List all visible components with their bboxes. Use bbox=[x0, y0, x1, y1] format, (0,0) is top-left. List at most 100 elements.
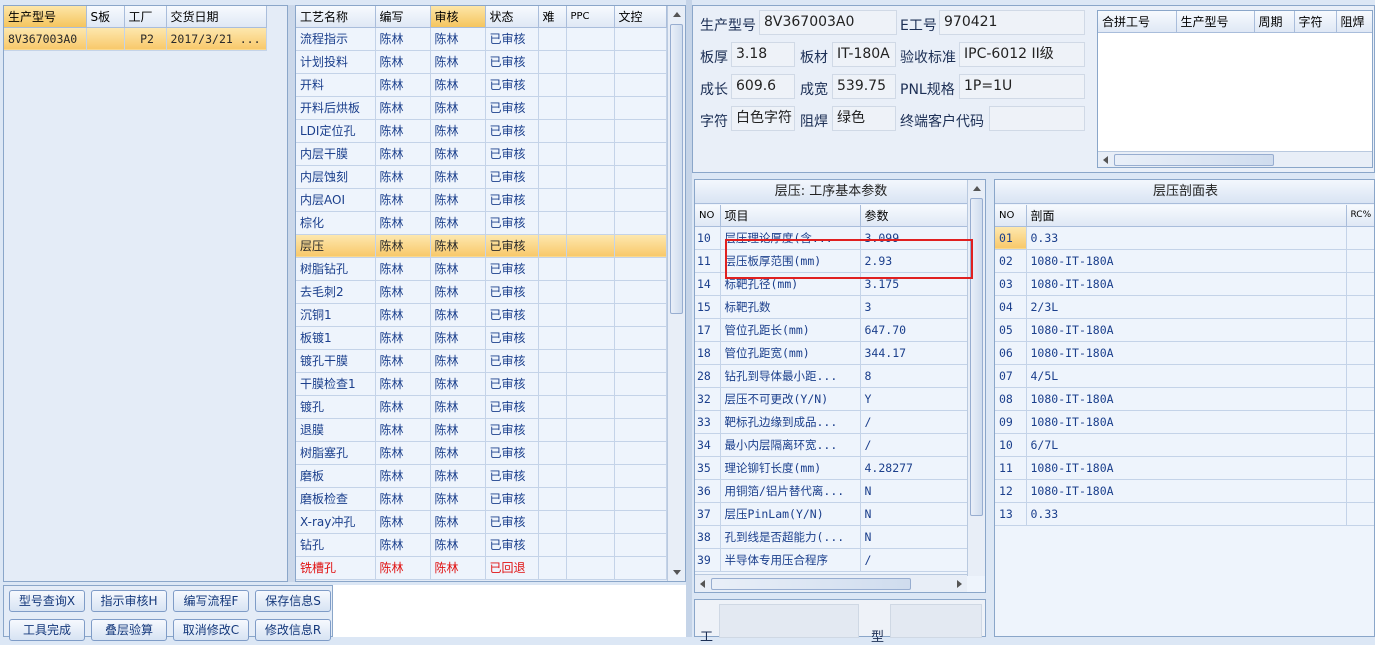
col-factory[interactable]: 工厂 bbox=[124, 6, 167, 28]
table-row[interactable]: X-ray冲孔 陈林 陈林 已审核 bbox=[296, 510, 667, 534]
field-model[interactable]: 8V367003A0 bbox=[759, 10, 897, 35]
table-row[interactable]: 内层蚀刻 陈林 陈林 已审核 bbox=[296, 165, 667, 189]
col-delivery-date[interactable]: 交货日期 bbox=[166, 6, 267, 28]
table-row[interactable]: 干膜检查1 陈林 陈林 已审核 bbox=[296, 372, 667, 396]
table-row[interactable]: 计划投料 陈林 陈林 已审核 bbox=[296, 50, 667, 74]
table-row[interactable]: 10 6/7L bbox=[995, 433, 1374, 457]
col-s-board[interactable]: S板 bbox=[86, 6, 125, 28]
table-row[interactable]: 磨板 陈林 陈林 已审核 bbox=[296, 464, 667, 488]
table-row[interactable]: 34 最小内层隔离环宽... / bbox=[695, 433, 968, 457]
scroll-left-arrow-icon[interactable] bbox=[1103, 156, 1108, 164]
table-row[interactable]: 36 用铜箔/铝片替代离... N bbox=[695, 479, 968, 503]
table-row[interactable]: 去毛刺2 陈林 陈林 已审核 bbox=[296, 280, 667, 304]
col-model-number[interactable]: 生产型号 bbox=[4, 6, 87, 28]
table-row[interactable]: 层压 陈林 陈林 已审核 bbox=[296, 234, 667, 258]
table-row[interactable]: 树脂钻孔 陈林 陈林 已审核 bbox=[296, 257, 667, 281]
scroll-right-arrow-icon[interactable] bbox=[957, 580, 962, 588]
table-row[interactable]: 07 4/5L bbox=[995, 364, 1374, 388]
scroll-left-arrow-icon[interactable] bbox=[700, 580, 705, 588]
approve-instruction-button[interactable]: 指示审核H bbox=[91, 590, 167, 612]
field-mask[interactable]: 绿色 bbox=[832, 106, 896, 131]
table-row[interactable]: 13 0.33 bbox=[995, 502, 1374, 526]
table-row[interactable]: LDI定位孔 陈林 陈林 已审核 bbox=[296, 119, 667, 143]
field-standard[interactable]: IPC-6012 II级 bbox=[959, 42, 1085, 67]
table-row[interactable]: 38 孔到线是否超能力(... N bbox=[695, 525, 968, 549]
table-row[interactable]: 39 半导体专用压合程序 / bbox=[695, 548, 968, 572]
col-no[interactable]: NO bbox=[695, 205, 721, 227]
table-row[interactable]: 12 1080-IT-180A bbox=[995, 479, 1374, 503]
table-row[interactable]: 11 层压板厚范围(mm) 2.93 bbox=[695, 249, 968, 273]
table-row[interactable]: 退膜 陈林 陈林 已审核 bbox=[296, 418, 667, 442]
params-hscrollbar[interactable] bbox=[695, 574, 967, 592]
table-row[interactable]: 08 1080-IT-180A bbox=[995, 387, 1374, 411]
table-row[interactable]: 8V367003A0 P2 2017/3/21 ... bbox=[4, 27, 267, 51]
model-query-button[interactable]: 型号查询X bbox=[9, 590, 85, 612]
table-row[interactable]: 17 管位孔距长(mm) 647.70 bbox=[695, 318, 968, 342]
table-row[interactable]: 树脂塞孔 陈林 陈林 已审核 bbox=[296, 441, 667, 465]
process-list-scrollbar[interactable] bbox=[667, 6, 685, 581]
save-info-button[interactable]: 保存信息S bbox=[255, 590, 331, 612]
table-row[interactable]: 沉铜1 陈林 陈林 已审核 bbox=[296, 303, 667, 327]
table-row[interactable]: 内层干膜 陈林 陈林 已审核 bbox=[296, 142, 667, 166]
params-vscrollbar[interactable] bbox=[967, 180, 985, 576]
table-row[interactable]: 06 1080-IT-180A bbox=[995, 341, 1374, 365]
table-row[interactable]: 35 理论铆钉长度(mm) 4.28277 bbox=[695, 456, 968, 480]
table-row[interactable]: 流程指示 陈林 陈林 已审核 bbox=[296, 27, 667, 51]
table-row[interactable]: 铣槽孔 陈林 陈林 已回退 bbox=[296, 556, 667, 580]
table-row[interactable]: 镀孔 陈林 陈林 已审核 bbox=[296, 395, 667, 419]
table-row[interactable]: 10 层压理论厚度(含... 3.099 bbox=[695, 226, 968, 250]
table-row[interactable]: 磨板检查 陈林 陈林 已审核 bbox=[296, 487, 667, 511]
col-value[interactable]: 参数 bbox=[860, 205, 968, 227]
table-row[interactable]: 04 2/3L bbox=[995, 295, 1374, 319]
modify-info-button[interactable]: 修改信息R bbox=[255, 619, 331, 641]
table-row[interactable]: 15 标靶孔数 3 bbox=[695, 295, 968, 319]
params-scroll-thumb[interactable] bbox=[970, 198, 983, 516]
table-row[interactable]: 开料后烘板 陈林 陈林 已审核 bbox=[296, 96, 667, 120]
scroll-up-arrow-icon[interactable] bbox=[973, 186, 981, 191]
splitter-handle[interactable] bbox=[288, 5, 295, 582]
scrollbar-thumb[interactable] bbox=[670, 24, 683, 314]
field-char[interactable]: 白色字符 bbox=[731, 106, 795, 131]
field-customer[interactable] bbox=[989, 106, 1085, 131]
field-pnl[interactable]: 1P=1U bbox=[959, 74, 1085, 99]
col-rc[interactable]: RC% bbox=[1346, 205, 1374, 227]
table-row[interactable]: 32 层压不可更改(Y/N) Y bbox=[695, 387, 968, 411]
col-merge-no[interactable]: 合拼工号 bbox=[1098, 11, 1177, 33]
params-hscroll-thumb[interactable] bbox=[711, 578, 911, 590]
stack-check-button[interactable]: 叠层验算 bbox=[91, 619, 167, 641]
scroll-up-arrow-icon[interactable] bbox=[673, 12, 681, 17]
table-row[interactable]: 11 1080-IT-180A bbox=[995, 456, 1374, 480]
col-status[interactable]: 状态 bbox=[485, 6, 539, 28]
table-row[interactable]: 钻孔 陈林 陈林 已审核 bbox=[296, 533, 667, 557]
col-item[interactable]: 项目 bbox=[720, 205, 861, 227]
col-no[interactable]: NO bbox=[995, 205, 1027, 227]
table-row[interactable]: 09 1080-IT-180A bbox=[995, 410, 1374, 434]
field-material[interactable]: IT-180A bbox=[832, 42, 896, 67]
scroll-down-arrow-icon[interactable] bbox=[673, 570, 681, 575]
col-section[interactable]: 剖面 bbox=[1026, 205, 1347, 227]
table-row[interactable]: 03 1080-IT-180A bbox=[995, 272, 1374, 296]
col-process-name[interactable]: 工艺名称 bbox=[296, 6, 376, 28]
col-merge-char[interactable]: 字符 bbox=[1294, 11, 1337, 33]
col-merge-period[interactable]: 周期 bbox=[1254, 11, 1295, 33]
col-ppc[interactable]: PPC bbox=[566, 6, 615, 28]
col-difficulty[interactable]: 难 bbox=[538, 6, 567, 28]
table-row[interactable]: 05 1080-IT-180A bbox=[995, 318, 1374, 342]
field-thickness[interactable]: 3.18 bbox=[731, 42, 795, 67]
col-merge-model[interactable]: 生产型号 bbox=[1176, 11, 1255, 33]
cancel-edit-button[interactable]: 取消修改C bbox=[173, 619, 249, 641]
table-row[interactable]: 18 管位孔距宽(mm) 344.17 bbox=[695, 341, 968, 365]
merge-scroll-thumb[interactable] bbox=[1114, 154, 1274, 166]
bottom-field-left[interactable] bbox=[719, 604, 859, 638]
table-row[interactable]: 板镀1 陈林 陈林 已审核 bbox=[296, 326, 667, 350]
table-row[interactable]: 01 0.33 bbox=[995, 226, 1374, 250]
table-row[interactable]: 开料 陈林 陈林 已审核 bbox=[296, 73, 667, 97]
field-e-no[interactable]: 970421 bbox=[939, 10, 1085, 35]
field-length[interactable]: 609.6 bbox=[731, 74, 795, 99]
field-width[interactable]: 539.75 bbox=[832, 74, 896, 99]
merge-hscrollbar[interactable] bbox=[1098, 151, 1372, 167]
table-row[interactable]: 02 1080-IT-180A bbox=[995, 249, 1374, 273]
table-row[interactable]: 14 标靶孔径(mm) 3.175 bbox=[695, 272, 968, 296]
table-row[interactable]: 28 钻孔到导体最小距... 8 bbox=[695, 364, 968, 388]
col-reviewer[interactable]: 审核 bbox=[430, 6, 486, 28]
